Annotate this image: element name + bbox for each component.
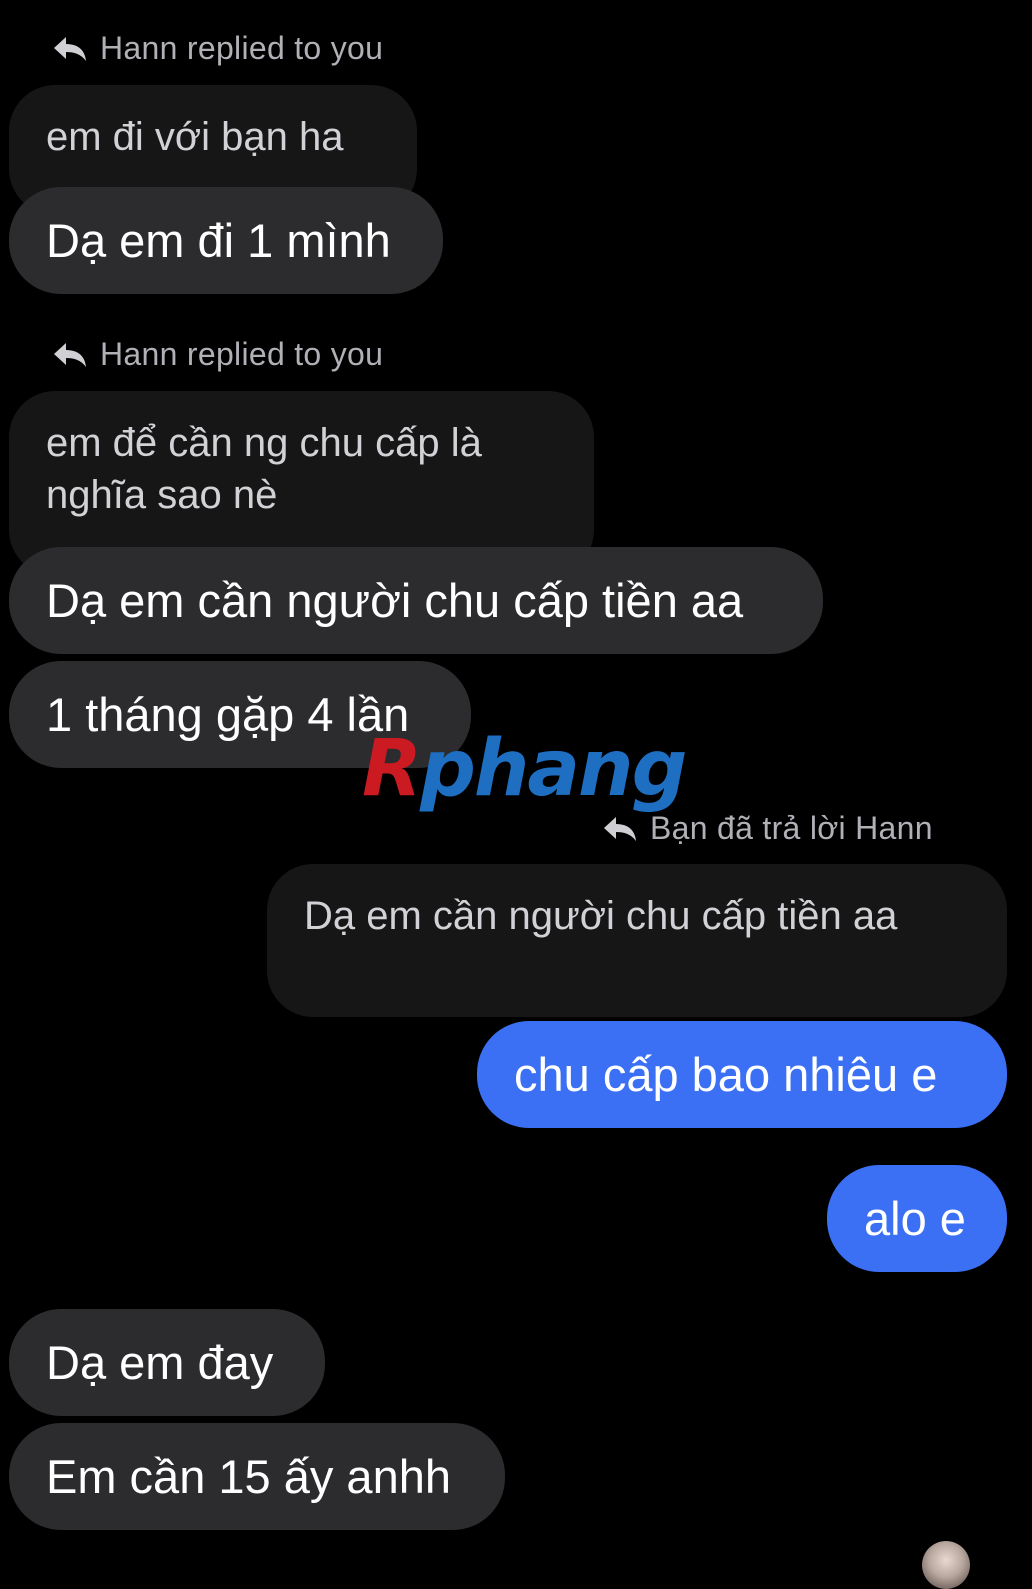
message-text: Dạ em cần người chu cấp tiền aa <box>46 574 744 627</box>
reply-arrow-icon <box>52 35 88 63</box>
reply-header: Hann replied to you <box>52 336 383 373</box>
reply-arrow-icon <box>52 341 88 369</box>
quoted-message[interactable]: Dạ em cần người chu cấp tiền aa <box>267 864 1007 1017</box>
outgoing-message[interactable]: alo e <box>827 1165 1007 1272</box>
reply-header-text: Hann replied to you <box>100 336 384 372</box>
contact-avatar[interactable] <box>922 1541 970 1589</box>
quoted-message-text: Dạ em cần người chu cấp tiền aa <box>304 894 898 938</box>
message-text: Dạ em đay <box>46 1336 274 1389</box>
incoming-message[interactable]: Dạ em đi 1 mình <box>9 187 443 294</box>
incoming-message[interactable]: Dạ em đay <box>9 1309 325 1416</box>
message-text: Dạ em đi 1 mình <box>46 214 391 267</box>
watermark-first-letter: R <box>362 724 422 814</box>
message-text: Em cần 15 ấy anhh <box>46 1450 451 1503</box>
message-text: chu cấp bao nhiêu e <box>514 1048 938 1101</box>
quoted-message-text: em để cần ng chu cấp là nghĩa sao nè <box>46 421 482 517</box>
outgoing-message[interactable]: chu cấp bao nhiêu e <box>477 1021 1007 1128</box>
reply-arrow-icon <box>602 815 638 843</box>
incoming-message[interactable]: Dạ em cần người chu cấp tiền aa <box>9 547 823 654</box>
watermark-logo: Rphang <box>362 730 687 808</box>
reply-header: Hann replied to you <box>52 30 383 67</box>
reply-header-text: Hann replied to you <box>100 30 384 66</box>
message-text: 1 tháng gặp 4 lần <box>46 688 410 741</box>
quoted-message-text: em đi với bạn ha <box>46 115 344 159</box>
reply-header: Bạn đã trả lời Hann <box>602 810 933 847</box>
watermark-rest: phang <box>420 724 687 814</box>
reply-header-text: Bạn đã trả lời Hann <box>650 810 933 846</box>
message-text: alo e <box>864 1192 966 1245</box>
incoming-message[interactable]: Em cần 15 ấy anhh <box>9 1423 505 1530</box>
